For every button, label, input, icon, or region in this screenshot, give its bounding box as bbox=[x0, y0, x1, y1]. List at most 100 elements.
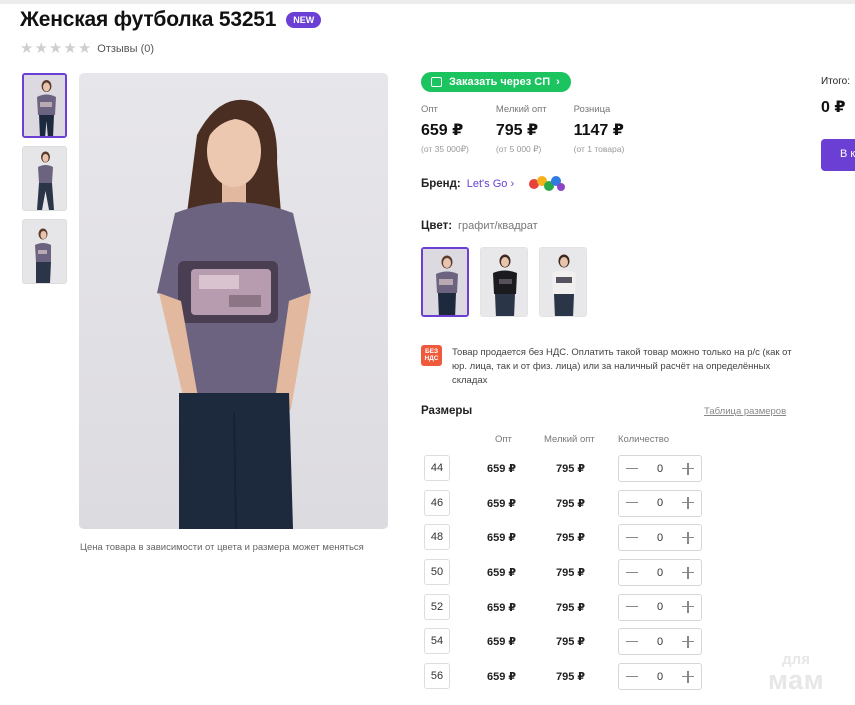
minus-icon[interactable] bbox=[625, 600, 639, 614]
header-opt: Опт bbox=[495, 434, 512, 445]
watermark-logo: для мам bbox=[768, 652, 824, 694]
price-value: 659 ₽ bbox=[421, 122, 464, 139]
thumbnail-list bbox=[22, 73, 67, 292]
size-label: 52 bbox=[424, 593, 450, 620]
minus-icon[interactable] bbox=[625, 566, 639, 580]
size-label: 56 bbox=[424, 663, 450, 690]
header-qty: Количество bbox=[618, 434, 670, 445]
quantity-stepper: 0 bbox=[618, 559, 702, 587]
price-wholesale: Опт 659 ₽ (от 35 000₽) bbox=[421, 104, 469, 155]
quantity-stepper: 0 bbox=[618, 524, 702, 552]
quantity-stepper: 0 bbox=[618, 489, 702, 517]
row-price-small-opt: 795 ₽ bbox=[556, 601, 586, 614]
thumbnail-2[interactable] bbox=[22, 146, 67, 211]
brand-link[interactable]: Let's Go › bbox=[467, 178, 514, 190]
price-condition: (от 1 товара) bbox=[573, 144, 625, 154]
watermark-line2: мам bbox=[768, 665, 825, 695]
row-price-opt: 659 ₽ bbox=[487, 567, 517, 580]
size-label: 54 bbox=[424, 628, 450, 655]
no-vat-icon: БЕЗ НДС bbox=[421, 345, 442, 366]
plus-icon[interactable] bbox=[681, 566, 695, 580]
minus-icon[interactable] bbox=[625, 462, 639, 476]
price-label: Розница bbox=[573, 104, 611, 115]
size-row: 46 659 ₽ 795 ₽ 0 bbox=[424, 489, 714, 525]
row-price-small-opt: 795 ₽ bbox=[556, 671, 586, 684]
quantity-value[interactable]: 0 bbox=[657, 601, 663, 613]
row-price-small-opt: 795 ₽ bbox=[556, 636, 586, 649]
title-row: Женская футболка 53251 NEW bbox=[20, 8, 322, 32]
vat-notice: Товар продается без НДС. Оплатить такой … bbox=[452, 347, 792, 386]
plus-icon[interactable] bbox=[681, 462, 695, 476]
swatch-graphite[interactable] bbox=[421, 247, 469, 317]
plus-icon[interactable] bbox=[681, 496, 695, 510]
minus-icon[interactable] bbox=[625, 670, 639, 684]
brand-row: Бренд: Let's Go › bbox=[421, 172, 566, 196]
price-value: 795 ₽ bbox=[495, 122, 539, 139]
plus-icon[interactable] bbox=[681, 600, 695, 614]
add-to-cart-button[interactable]: В корзину bbox=[821, 139, 855, 171]
star-icon: ★ bbox=[63, 40, 77, 57]
size-table-link[interactable]: Таблица размеров bbox=[704, 406, 786, 417]
quantity-stepper: 0 bbox=[618, 628, 702, 656]
row-price-opt: 659 ₽ bbox=[487, 497, 517, 510]
color-label: Цвет: bbox=[421, 220, 453, 232]
price-label: Мелкий опт bbox=[495, 104, 547, 115]
plus-icon[interactable] bbox=[681, 531, 695, 545]
quantity-stepper: 0 bbox=[618, 455, 702, 482]
quantity-value[interactable]: 0 bbox=[657, 532, 663, 544]
quantity-value[interactable]: 0 bbox=[657, 567, 663, 579]
row-price-small-opt: 795 ₽ bbox=[556, 532, 586, 545]
size-label: 48 bbox=[424, 524, 450, 551]
quantity-value[interactable]: 0 bbox=[657, 671, 663, 683]
row-price-opt: 659 ₽ bbox=[487, 463, 517, 475]
brand-name: Let's Go bbox=[466, 178, 508, 190]
size-label: 50 bbox=[424, 559, 450, 586]
brand-label: Бренд: bbox=[421, 178, 461, 190]
row-price-small-opt: 795 ₽ bbox=[556, 463, 586, 475]
plus-icon[interactable] bbox=[681, 635, 695, 649]
order-sp-button[interactable]: Заказать через СП › bbox=[421, 72, 571, 92]
minus-icon[interactable] bbox=[625, 496, 639, 510]
star-icon: ★ bbox=[34, 40, 48, 57]
swatch-white[interactable] bbox=[539, 247, 587, 317]
main-product-image[interactable] bbox=[79, 73, 388, 529]
price-value: 1147 ₽ bbox=[573, 122, 624, 139]
order-sp-label: Заказать через СП bbox=[449, 76, 551, 88]
total-value: 0 ₽ bbox=[821, 99, 846, 116]
row-price-opt: 659 ₽ bbox=[487, 671, 517, 684]
total-label: Итого: bbox=[821, 76, 850, 87]
price-label: Опт bbox=[421, 104, 438, 115]
row-price-opt: 659 ₽ bbox=[487, 601, 517, 614]
row-price-small-opt: 795 ₽ bbox=[556, 567, 586, 580]
cart-icon bbox=[431, 77, 442, 87]
star-icon: ★ bbox=[77, 40, 92, 57]
brand-logo-icon[interactable] bbox=[528, 172, 566, 196]
size-label: 44 bbox=[424, 455, 450, 481]
price-condition: (от 5 000 ₽) bbox=[495, 144, 542, 154]
quantity-value[interactable]: 0 bbox=[657, 497, 663, 509]
thumbnail-1[interactable] bbox=[22, 73, 67, 138]
plus-icon[interactable] bbox=[681, 670, 695, 684]
sizes-title: Размеры bbox=[421, 405, 473, 417]
size-label: 46 bbox=[424, 489, 450, 516]
quantity-value[interactable]: 0 bbox=[657, 636, 663, 648]
reviews-link[interactable]: Отзывы (0) bbox=[97, 43, 154, 55]
minus-icon[interactable] bbox=[625, 531, 639, 545]
row-price-small-opt: 795 ₽ bbox=[556, 497, 586, 510]
size-table: 44 659 ₽ 795 ₽ 0 46 659 ₽ 795 ₽ 0 48 659… bbox=[424, 455, 714, 698]
thumbnail-3[interactable] bbox=[22, 219, 67, 284]
row-price-opt: 659 ₽ bbox=[487, 532, 517, 545]
row-price-opt: 659 ₽ bbox=[487, 636, 517, 649]
color-value: графит/квадрат bbox=[458, 220, 538, 232]
size-row: 54 659 ₽ 795 ₽ 0 bbox=[424, 628, 714, 663]
quantity-value[interactable]: 0 bbox=[657, 463, 663, 475]
swatch-black[interactable] bbox=[480, 247, 528, 317]
star-icon: ★ bbox=[48, 40, 63, 57]
size-row: 50 659 ₽ 795 ₽ 0 bbox=[424, 559, 714, 594]
size-row: 44 659 ₽ 795 ₽ 0 bbox=[424, 455, 714, 490]
minus-icon[interactable] bbox=[625, 635, 639, 649]
price-block: Опт 659 ₽ (от 35 000₽) Мелкий опт 795 ₽ … bbox=[421, 104, 651, 155]
size-row: 48 659 ₽ 795 ₽ 0 bbox=[424, 524, 714, 559]
price-condition: (от 35 000₽) bbox=[421, 144, 469, 154]
size-row: 52 659 ₽ 795 ₽ 0 bbox=[424, 593, 714, 629]
